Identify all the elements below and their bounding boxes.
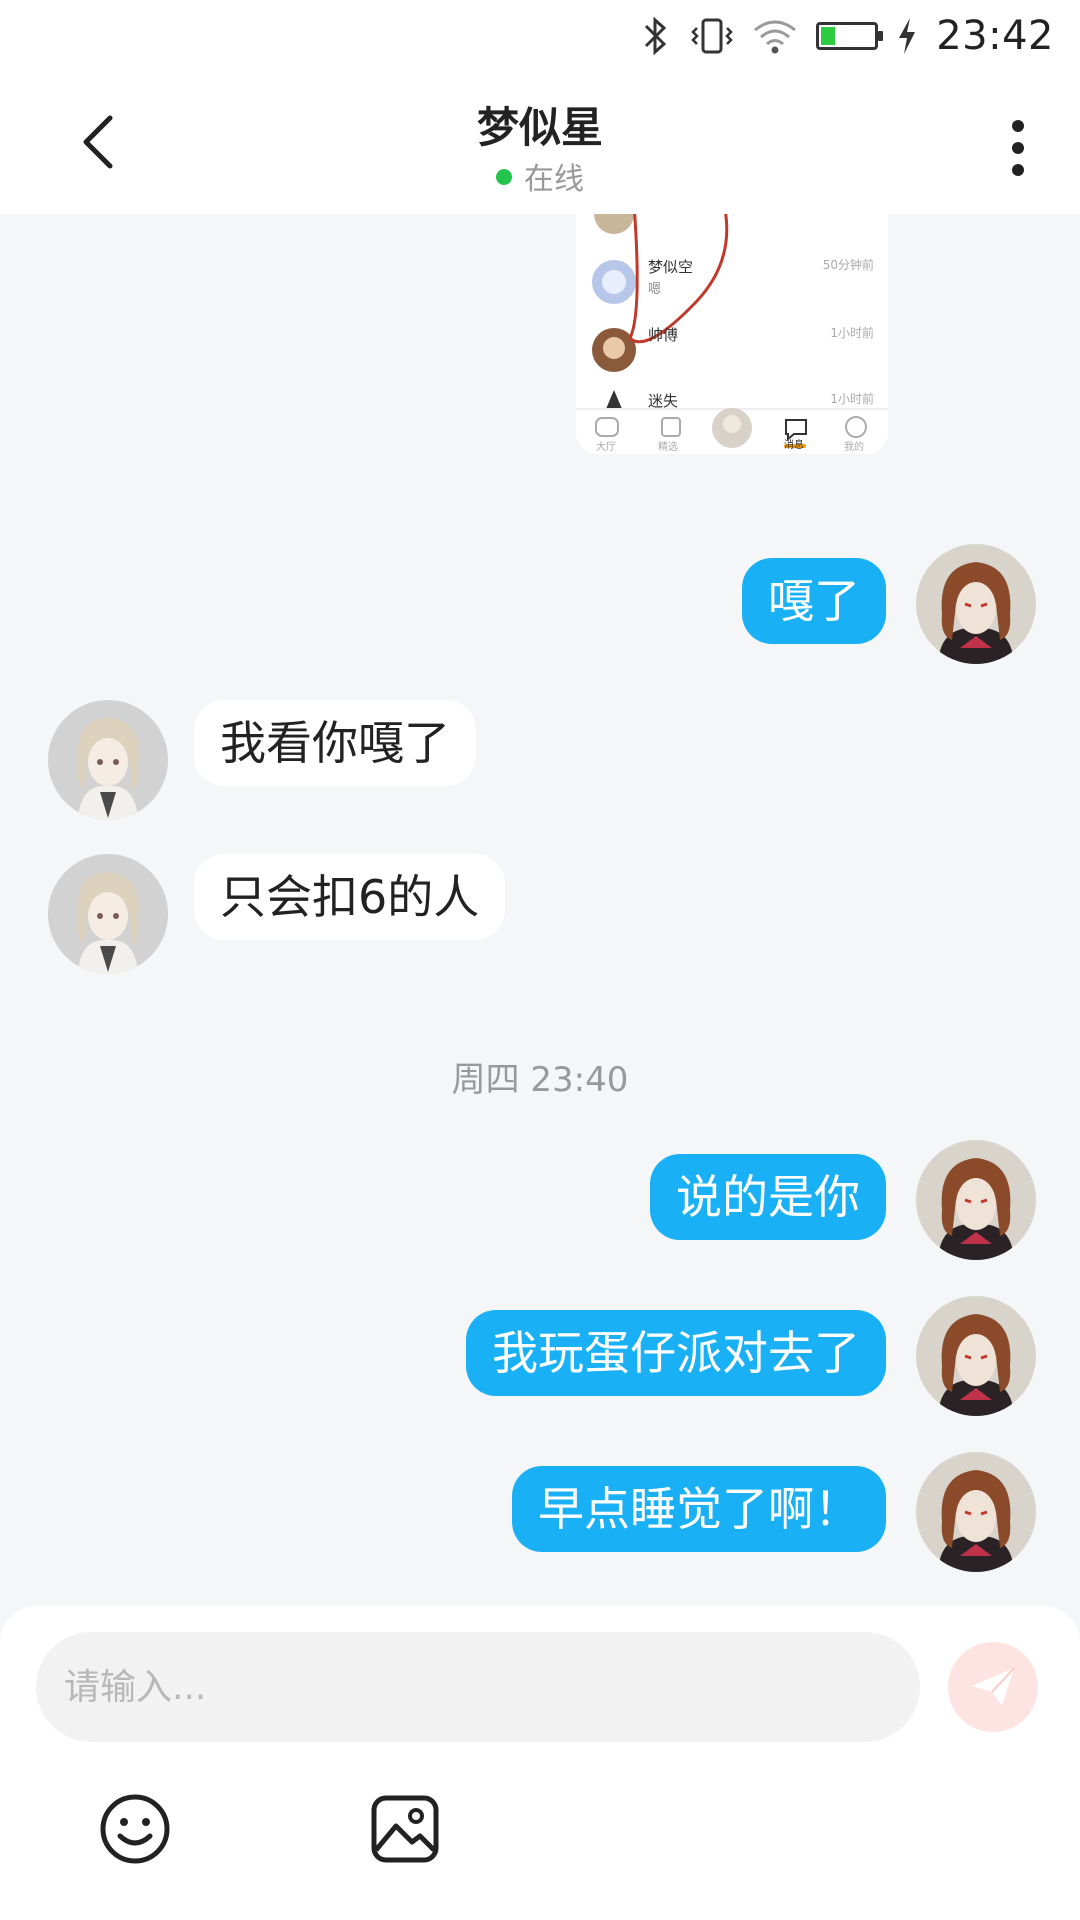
shared-row-name: 迷失 xyxy=(648,392,679,410)
shared-tab-label: 大厅 xyxy=(596,442,616,453)
message-row-incoming: 只会扣6的人 xyxy=(0,854,1080,974)
shared-row-time: 50分钟前 xyxy=(822,258,874,272)
more-options-icon[interactable] xyxy=(1006,118,1030,178)
battery-level xyxy=(821,27,835,45)
clock: 23:42 xyxy=(936,13,1054,59)
message-row-outgoing: 说的是你 xyxy=(0,1140,1080,1260)
charging-icon xyxy=(899,18,916,54)
contact-name: 梦似星 xyxy=(476,103,603,152)
shared-tab-label: 我的 xyxy=(844,442,864,453)
message-row-outgoing: 嘎了 xyxy=(0,544,1080,664)
message-input[interactable] xyxy=(36,1632,920,1742)
vibrate-icon xyxy=(691,18,733,54)
my-avatar[interactable] xyxy=(916,544,1036,664)
wifi-icon xyxy=(754,20,797,54)
message-bubble[interactable]: 说的是你 xyxy=(650,1154,886,1240)
send-button[interactable] xyxy=(948,1642,1038,1732)
online-status-label: 在线 xyxy=(524,162,584,197)
message-bubble[interactable]: 嘎了 xyxy=(742,558,886,644)
message-bubble[interactable]: 我玩蛋仔派对去了 xyxy=(466,1310,886,1396)
shared-row-time: 1小时前 xyxy=(830,326,874,340)
image-message[interactable]: 梦似空 嗯 50分钟前 帅傅 1小时前 迷失 1小时前 大厅 精选 消息 我的 xyxy=(576,214,888,454)
message-row-outgoing: 我玩蛋仔派对去了 xyxy=(0,1296,1080,1416)
online-dot xyxy=(496,169,512,185)
message-bubble[interactable]: 只会扣6的人 xyxy=(194,854,506,940)
status-bar: 23:42 xyxy=(0,0,1080,72)
shared-row-preview: 嗯 xyxy=(648,282,662,297)
my-avatar[interactable] xyxy=(916,1296,1036,1416)
image-picker-icon[interactable] xyxy=(368,1792,442,1866)
battery-icon xyxy=(816,22,884,50)
message-row-outgoing: 早点睡觉了啊！ xyxy=(0,1452,1080,1572)
message-timestamp: 周四 23:40 xyxy=(451,1060,629,1100)
bluetooth-icon xyxy=(645,16,667,56)
contact-avatar[interactable] xyxy=(48,700,168,820)
my-avatar[interactable] xyxy=(916,1452,1036,1572)
message-list: 梦似空 嗯 50分钟前 帅傅 1小时前 迷失 1小时前 大厅 精选 消息 我的 … xyxy=(0,214,1080,1606)
message-row-incoming: 我看你嘎了 xyxy=(0,700,1080,820)
shared-row-time: 1小时前 xyxy=(830,392,874,406)
composer xyxy=(0,1606,1080,1920)
message-bubble[interactable]: 我看你嘎了 xyxy=(194,700,476,786)
shared-row-name: 帅傅 xyxy=(648,326,679,344)
shared-tab-label: 精选 xyxy=(658,442,678,453)
message-bubble[interactable]: 早点睡觉了啊！ xyxy=(512,1466,886,1552)
status-icons: 23:42 xyxy=(638,10,1054,62)
shared-row-name: 梦似空 xyxy=(648,258,694,276)
online-status: 在线 xyxy=(0,154,1080,198)
shared-tab-label: 消息 xyxy=(784,440,804,451)
send-icon xyxy=(972,1667,1015,1706)
my-avatar[interactable] xyxy=(916,1140,1036,1260)
chat-header: 梦似星 在线 xyxy=(0,72,1080,214)
emoji-icon[interactable] xyxy=(98,1792,172,1866)
contact-avatar[interactable] xyxy=(48,854,168,974)
